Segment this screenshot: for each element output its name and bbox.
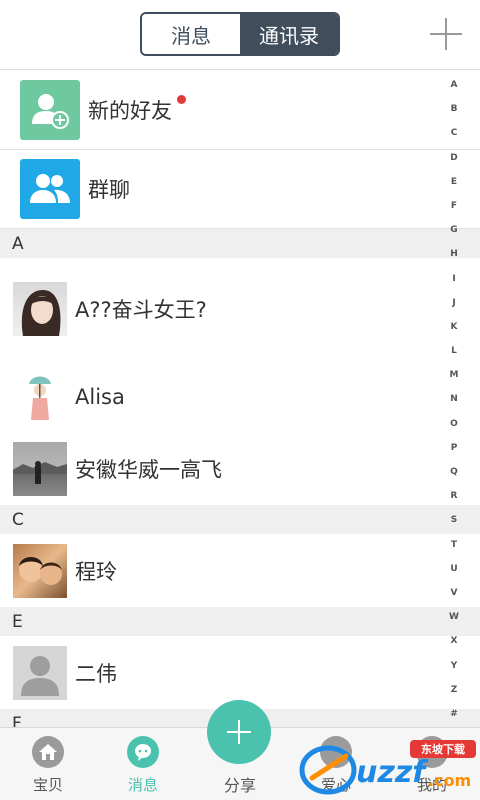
index-letter[interactable]: G [450,225,457,236]
segmented-control: 消息 通讯录 [140,12,340,56]
tab-contacts[interactable]: 通讯录 [240,14,338,54]
avatar [13,543,67,598]
index-letter[interactable]: P [451,443,458,454]
svg-text:.com: .com [428,771,471,790]
index-letter[interactable]: W [449,612,459,623]
group-chat-row[interactable]: 群聊 [0,150,480,229]
section-header-c: C [0,505,480,534]
new-friends-label: 新的好友 [88,99,172,123]
index-letter[interactable]: A [451,80,458,91]
contact-name: 二伟 [75,661,117,686]
contact-row[interactable]: A??奋斗女王? [0,258,480,360]
index-letter[interactable]: U [450,564,457,575]
index-letter[interactable]: K [451,322,458,333]
index-letter[interactable]: L [451,346,457,357]
new-friends-badge [177,95,186,104]
index-letter[interactable]: # [450,709,458,720]
index-letter[interactable]: C [451,128,458,139]
share-button[interactable] [207,700,271,764]
contact-name: A??奋斗女王? [75,298,207,322]
uzzf-watermark-logo: 东坡下载 uzzf .com [299,740,476,795]
index-letter[interactable]: J [452,298,455,309]
default-avatar-icon [13,645,67,700]
svg-text:uzzf: uzzf [356,755,429,790]
index-letter[interactable]: D [450,153,457,164]
index-letter[interactable]: R [451,491,458,502]
plus-icon [227,720,251,744]
index-letter[interactable]: T [451,540,457,551]
avatar [13,369,67,424]
nav-share-label: 分享 [223,776,256,795]
avatar [13,282,67,336]
group-chat-label: 群聊 [88,178,130,202]
add-friend-icon [20,80,80,140]
index-letter[interactable]: Q [450,467,458,478]
index-letter[interactable]: S [451,515,457,526]
index-letter[interactable]: F [451,201,457,212]
nav-messages[interactable]: 消息 [103,736,183,798]
svg-text:东坡下载: 东坡下载 [421,742,465,756]
section-header-a: A [0,229,480,258]
index-letter[interactable]: B [451,104,458,115]
index-letter[interactable]: M [450,370,459,381]
index-letter[interactable]: V [451,588,458,599]
new-friends-row[interactable]: 新的好友 [0,71,480,150]
index-letter[interactable]: Y [451,661,458,672]
contact-name: 安徽华威一高飞 [75,458,222,482]
index-letter[interactable]: I [452,274,455,285]
contact-name: Alisa [75,384,125,409]
nav-baobei-label: 宝贝 [32,776,63,794]
nav-baobei[interactable]: 宝贝 [8,736,88,798]
group-chat-icon [20,159,80,219]
contact-name: 程玲 [75,559,117,584]
nav-messages-label: 消息 [127,776,158,794]
avatar [13,442,67,496]
index-letter[interactable]: O [450,419,458,430]
contact-row[interactable]: 二伟 [0,636,480,709]
index-letter[interactable]: H [450,249,458,260]
alphabet-index[interactable]: A B C D E F G H I J K L M N O P Q R S T U V W X Y Z # [444,80,464,720]
contact-row[interactable]: 安徽华威一高飞 [0,433,480,505]
add-contact-button[interactable] [430,18,462,50]
index-letter[interactable]: X [451,636,458,647]
contact-list[interactable]: 新的好友 群聊 A A??奋斗女王? Alisa 安徽华威一高飞 C 程玲 E … [0,71,480,727]
contact-row[interactable]: 程玲 [0,534,480,607]
index-letter[interactable]: N [450,394,458,405]
top-header: 消息 通讯录 [0,0,480,70]
index-letter[interactable]: E [451,177,457,188]
tab-messages[interactable]: 消息 [142,14,240,54]
section-header-e: E [0,607,480,636]
index-letter[interactable]: Z [451,685,458,696]
message-bubble-icon [127,736,159,768]
contact-row[interactable]: Alisa [0,360,480,433]
home-icon [32,736,64,768]
